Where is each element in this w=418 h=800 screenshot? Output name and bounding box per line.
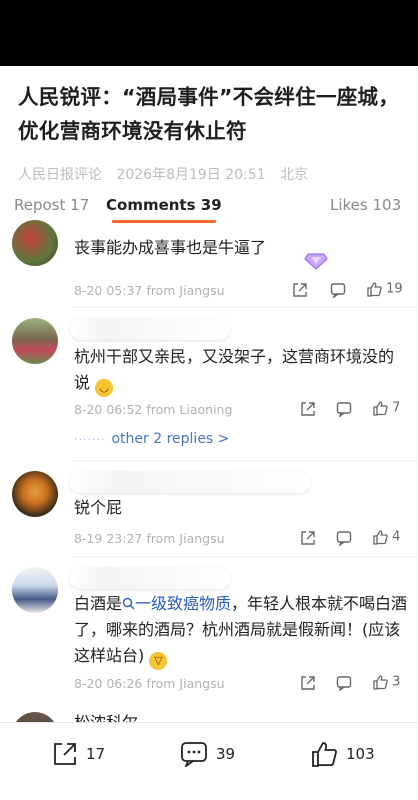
comment-meta: 8-20 06:52 from Liaoning xyxy=(74,402,233,417)
like-button[interactable]: 7 xyxy=(372,400,400,416)
reply-button[interactable] xyxy=(336,401,352,418)
like-count: 103 xyxy=(346,745,375,763)
active-tab-indicator xyxy=(112,220,216,223)
like-count: 19 xyxy=(386,281,403,297)
like-button[interactable]: 4 xyxy=(372,529,400,545)
repost-button[interactable] xyxy=(292,282,308,298)
like-count: 7 xyxy=(392,400,401,416)
comment-icon xyxy=(181,742,207,767)
avatar[interactable] xyxy=(12,220,58,266)
status-bar xyxy=(0,0,418,66)
like-button[interactable]: 19 xyxy=(366,281,403,297)
reply-button[interactable] xyxy=(336,530,352,547)
comment-meta: 8-20 06:26 from Jiangsu xyxy=(74,676,225,691)
username-mask xyxy=(70,471,310,493)
comment-count: 39 xyxy=(216,745,236,763)
share-icon xyxy=(301,676,315,690)
thumb-up-icon xyxy=(373,401,388,416)
reply-button[interactable] xyxy=(330,282,346,299)
comment-icon xyxy=(336,676,352,692)
comment-text: 杭州干部又亲民，又没架子，这营商环境没的说 ◡ xyxy=(74,344,394,397)
comment-button[interactable]: 39 xyxy=(180,739,235,769)
like-button[interactable]: 103 xyxy=(310,739,375,769)
tab-comments[interactable]: Comments 39 xyxy=(106,196,222,214)
username-mask xyxy=(70,567,230,589)
comment-text: 丧事能办成喜事也是牛逼了 xyxy=(74,238,267,257)
repost-count: 17 xyxy=(86,745,106,763)
thumb-up-icon xyxy=(312,742,337,767)
article-location: 北京 xyxy=(280,167,309,182)
bottom-action-bar: 17 39 103 xyxy=(0,722,418,800)
gem-icon xyxy=(304,253,328,270)
share-icon xyxy=(54,743,76,765)
avatar[interactable] xyxy=(12,471,58,517)
repost-button[interactable] xyxy=(300,530,316,546)
article-source[interactable]: 人民日报评论 xyxy=(18,167,102,182)
like-button[interactable]: 3 xyxy=(372,674,400,690)
repost-button[interactable] xyxy=(300,401,316,417)
comment-icon xyxy=(330,283,346,299)
reply-button[interactable] xyxy=(336,675,352,692)
dots-decoration: ······· xyxy=(74,433,106,446)
like-count: 4 xyxy=(392,529,401,545)
comment-text: 锐个屁 xyxy=(74,498,123,517)
comment-icon xyxy=(336,402,352,418)
article-date: 2026年8月19日 20:51 xyxy=(116,167,266,182)
share-icon xyxy=(293,283,307,297)
repost-button[interactable]: 17 xyxy=(52,739,105,769)
avatar[interactable] xyxy=(12,318,58,364)
comment-meta: 8-20 05:37 from Jiangsu xyxy=(74,283,225,298)
tab-likes[interactable]: Likes 103 xyxy=(330,196,401,214)
repost-button[interactable] xyxy=(300,675,316,691)
username-mask xyxy=(70,318,230,340)
divider xyxy=(74,556,418,557)
yum-emoji-icon: ◡ xyxy=(95,379,114,397)
comment-text: 白酒是 一级致癌物质，年轻人根本就不喝白酒了，哪来的酒局？杭州酒局就是假新闻！(应… xyxy=(74,591,410,670)
thumb-up-icon xyxy=(373,675,388,690)
like-count: 3 xyxy=(392,674,401,690)
share-icon xyxy=(301,402,315,416)
more-replies-link[interactable]: ······· other 2 replies > xyxy=(74,431,229,447)
tab-bar: Repost 17 Comments 39 Likes 103 xyxy=(0,188,418,224)
share-icon xyxy=(301,531,315,545)
thumb-up-icon xyxy=(367,282,382,297)
comment-meta: 8-19 23:27 from Jiangsu xyxy=(74,531,225,546)
article-meta: 人民日报评论 2026年8月19日 20:51 北京 xyxy=(18,164,408,182)
search-link[interactable]: 一级致癌物质 xyxy=(122,594,231,613)
comment-icon xyxy=(336,531,352,547)
article-title: 人民锐评：“酒局事件”不会绊住一座城，优化营商环境没有休止符 xyxy=(18,85,400,143)
avatar[interactable] xyxy=(12,567,58,613)
tab-repost[interactable]: Repost 17 xyxy=(14,196,89,214)
thumb-up-icon xyxy=(373,530,388,545)
divider xyxy=(74,460,418,461)
laughing-emoji-icon: ▽ xyxy=(149,652,168,670)
divider xyxy=(74,307,418,308)
search-icon xyxy=(122,597,135,610)
